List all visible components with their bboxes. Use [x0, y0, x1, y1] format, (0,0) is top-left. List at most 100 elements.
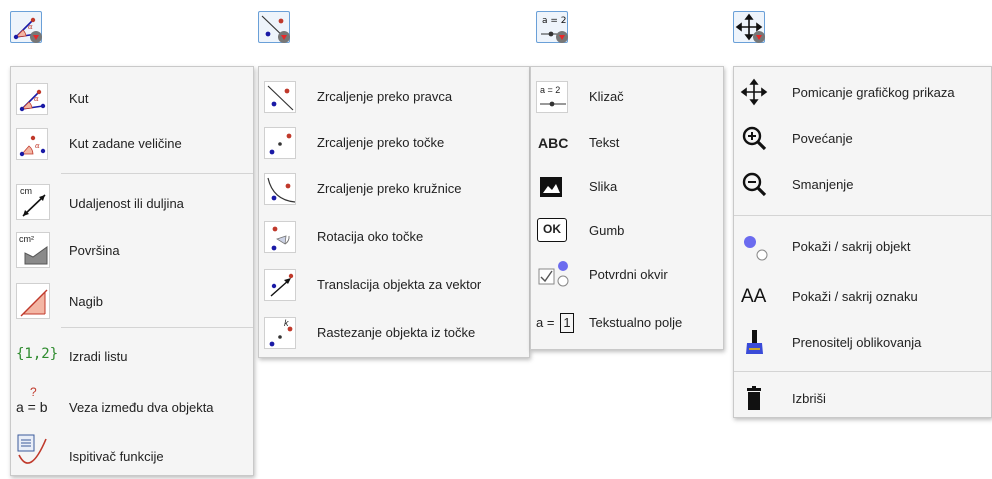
menu-item-slope[interactable]: Nagib — [11, 277, 253, 321]
move-graphics-view-icon — [739, 77, 771, 109]
menu-item-label: Slika — [589, 179, 618, 194]
angle-icon: α — [16, 83, 48, 115]
measure-tools-menu: α Kut α Kut zadane veličine cm Udaljenos… — [10, 66, 254, 476]
checkbox-icon — [536, 259, 576, 291]
menu-item-label: Veza između dva objekta — [69, 400, 214, 415]
menu-item-text[interactable]: ABC Tekst — [531, 121, 723, 165]
menu-item-rotate[interactable]: Rotacija oko točke — [259, 215, 529, 259]
menu-item-label: Ispitivač funkcije — [69, 449, 164, 464]
menu-item-move-view[interactable]: Pomicanje grafičkog prikaza — [734, 71, 991, 115]
menu-item-label: Zrcaljenje preko točke — [317, 135, 445, 150]
menu-item-label: Pomicanje grafičkog prikaza — [792, 85, 955, 100]
menu-item-label: Površina — [69, 243, 120, 258]
show-hide-label-icon-text: AA — [741, 286, 767, 307]
function-inspector-icon — [16, 433, 56, 473]
triangle-down-icon — [278, 31, 290, 43]
menu-item-delete[interactable]: Izbriši — [734, 377, 991, 421]
menu-item-angle-fixed-size[interactable]: α Kut zadane veličine — [11, 122, 253, 166]
menu-item-area[interactable]: cm² Površina — [11, 229, 253, 273]
menu-item-translate[interactable]: Translacija objekta za vektor — [259, 263, 529, 307]
relation-icon-q: ? — [30, 385, 37, 399]
angle-fixed-size-icon: α — [16, 128, 48, 160]
triangle-down-icon — [753, 31, 765, 43]
create-list-icon-text: {1,2} — [16, 346, 59, 362]
menu-item-label: Nagib — [69, 294, 103, 309]
angle-tool-button[interactable]: α — [10, 11, 42, 43]
menu-item-input-box[interactable]: a = 1 Tekstualno polje — [531, 301, 723, 345]
menu-item-label: Smanjenje — [792, 177, 854, 192]
show-hide-object-icon — [739, 231, 771, 263]
menu-item-dilate[interactable]: k Rastezanje objekta iz točke — [259, 311, 529, 355]
menu-item-label: Zrcaljenje preko kružnice — [317, 181, 462, 196]
menu-item-copy-style[interactable]: Prenositelj oblikovanja — [734, 321, 991, 365]
menu-item-label: Pokaži / sakrij objekt — [792, 239, 911, 254]
menu-separator — [734, 371, 991, 372]
menu-item-checkbox[interactable]: Potvrdni okvir — [531, 253, 723, 297]
create-list-icon: {1,2} — [16, 339, 59, 371]
menu-item-label: Povećanje — [792, 131, 853, 146]
menu-item-label: Prenositelj oblikovanja — [792, 335, 922, 350]
menu-item-label: Rotacija oko točke — [317, 229, 424, 244]
menu-item-image[interactable]: Slika — [531, 165, 723, 209]
menu-item-label: Zrcaljenje preko pravca — [317, 89, 453, 104]
text-icon-text: ABC — [538, 135, 569, 151]
slider-icon: a = 2 — [536, 81, 568, 113]
menu-item-relation[interactable]: ? a = b Veza između dva objekta — [11, 383, 253, 427]
menu-item-label: Tekstualno polje — [589, 315, 683, 330]
menu-item-label: Kut — [69, 91, 89, 106]
menu-item-slider[interactable]: a = 2 Klizač — [531, 75, 723, 119]
menu-item-label: Izbriši — [792, 391, 826, 406]
distance-icon-text: cm — [20, 186, 32, 196]
triangle-down-icon — [30, 31, 42, 43]
menu-item-label: Kut zadane veličine — [69, 136, 182, 151]
slider-icon-text: a = 2 — [540, 85, 561, 95]
input-box-icon-text: a = — [536, 315, 555, 330]
menu-item-angle[interactable]: α Kut — [11, 77, 253, 121]
reflect-about-circle-icon — [264, 173, 296, 205]
image-icon — [536, 171, 568, 203]
copy-visual-style-icon — [739, 327, 771, 359]
menu-item-show-hide-object[interactable]: Pokaži / sakrij objekt — [734, 225, 991, 269]
menu-item-reflect-line[interactable]: Zrcaljenje preko pravca — [259, 75, 529, 119]
menu-item-show-hide-label[interactable]: AA Pokaži / sakrij oznaku — [734, 275, 991, 319]
svg-text:α: α — [34, 95, 39, 103]
menu-item-zoom-out[interactable]: Smanjenje — [734, 163, 991, 207]
reflect-tool-button[interactable] — [258, 11, 290, 43]
menu-item-reflect-point[interactable]: Zrcaljenje preko točke — [259, 121, 529, 165]
dilate-icon-text: k — [284, 318, 289, 328]
move-view-tool-button[interactable] — [733, 11, 765, 43]
menu-separator — [734, 215, 991, 216]
menu-item-label: Potvrdni okvir — [589, 267, 668, 282]
object-tools-menu: a = 2 Klizač ABC Tekst Slika OK Gumb Pot… — [530, 66, 724, 350]
menu-item-reflect-circle[interactable]: Zrcaljenje preko kružnice — [259, 167, 529, 211]
general-tools-menu: Pomicanje grafičkog prikaza Povećanje Sm… — [733, 66, 992, 418]
input-box-icon: a = 1 — [536, 307, 580, 339]
menu-item-create-list[interactable]: {1,2} Izradi listu — [11, 333, 253, 377]
dilate-from-point-icon: k — [264, 317, 296, 349]
slope-icon — [16, 283, 50, 319]
show-hide-label-icon: AA — [739, 281, 779, 313]
relation-icon-text: a = b — [16, 399, 48, 415]
menu-item-distance[interactable]: cm Udaljenost ili duljina — [11, 179, 253, 223]
menu-separator — [61, 327, 253, 328]
menu-item-zoom-in[interactable]: Povećanje — [734, 117, 991, 161]
relation-icon: ? a = b — [16, 385, 56, 425]
menu-item-label: Translacija objekta za vektor — [317, 277, 482, 292]
zoom-out-icon — [739, 169, 771, 201]
menu-item-label: Udaljenost ili duljina — [69, 196, 184, 211]
reflect-about-line-icon — [264, 81, 296, 113]
slider-tool-button[interactable]: a = 2 — [536, 11, 568, 43]
translate-by-vector-icon — [264, 269, 296, 301]
menu-separator — [61, 173, 253, 174]
button-icon-text: OK — [543, 222, 561, 236]
delete-icon — [739, 383, 771, 415]
svg-text:α: α — [35, 142, 40, 150]
menu-item-label: Rastezanje objekta iz točke — [317, 325, 476, 340]
menu-item-label: Tekst — [589, 135, 620, 150]
menu-item-label: Gumb — [589, 223, 625, 238]
distance-icon: cm — [16, 184, 50, 220]
menu-item-function-inspector[interactable]: Ispitivač funkcije — [11, 431, 253, 475]
menu-item-label: Izradi listu — [69, 349, 128, 364]
menu-item-label: Pokaži / sakrij oznaku — [792, 289, 918, 304]
menu-item-button[interactable]: OK Gumb — [531, 209, 723, 253]
